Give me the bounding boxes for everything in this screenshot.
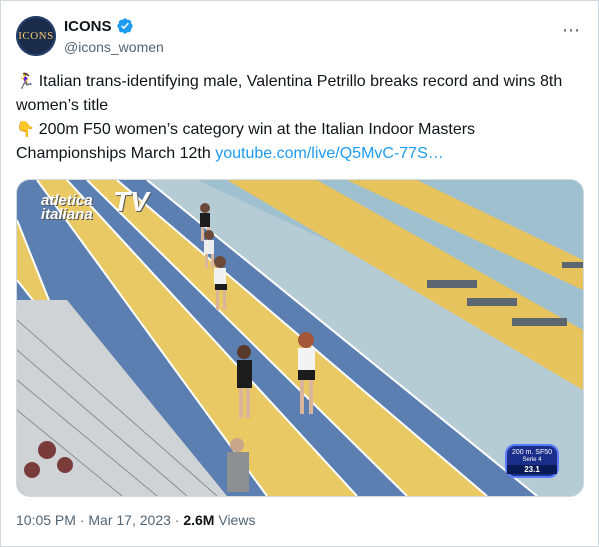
author-info: ICONS @icons_women (64, 17, 164, 55)
badge-heat: Serie 4 (522, 457, 542, 463)
video-thumbnail[interactable]: atletica italiana TV 200 m. SF50 Serie 4… (16, 179, 584, 497)
badge-event: 200 m. SF50 (511, 449, 553, 456)
display-name[interactable]: ICONS (64, 17, 134, 35)
views-label: Views (218, 512, 256, 528)
handle[interactable]: @icons_women (64, 39, 164, 55)
tweet-text: 🏃‍♀️ Italian trans-identifying male, Vale… (16, 70, 576, 166)
logo-line-2: italiana (41, 206, 93, 223)
tweet-time[interactable]: 10:05 PM (16, 512, 76, 528)
track-scene (17, 180, 583, 496)
meta-dot: · (79, 512, 85, 528)
views-count[interactable]: 2.6M (183, 512, 214, 528)
more-dots-icon[interactable]: ⋯ (561, 20, 581, 40)
verified-check-icon (116, 18, 133, 34)
tweet-header: ICONS ICONS @icons_women ⋯ (16, 14, 583, 58)
tweet-line-1-text: Italian trans-identifying male, Valentin… (16, 73, 563, 114)
logo-tv: TV (113, 186, 149, 217)
runner-emoji-icon: 🏃‍♀️ (16, 73, 35, 90)
race-info-badge: 200 m. SF50 Serie 4 23.1 (505, 444, 559, 478)
tweet-line-2: 👇 200m F50 women’s category win at the It… (16, 118, 576, 166)
youtube-link[interactable]: youtube.com/live/Q5MvC-77S… (215, 145, 444, 162)
badge-time: 23.1 (507, 465, 557, 474)
tweet-line-1: 🏃‍♀️ Italian trans-identifying male, Vale… (16, 70, 576, 118)
pointing-down-emoji-icon: 👇 (16, 121, 35, 138)
meta-dot-2: · (174, 512, 180, 528)
tweet-meta: 10:05 PM · Mar 17, 2023 · 2.6M Views (16, 512, 255, 528)
display-name-text[interactable]: ICONS (64, 18, 112, 35)
tv-logo: atletica italiana TV (41, 188, 149, 223)
tweet-date[interactable]: Mar 17, 2023 (88, 512, 171, 528)
avatar[interactable]: ICONS (16, 16, 56, 56)
